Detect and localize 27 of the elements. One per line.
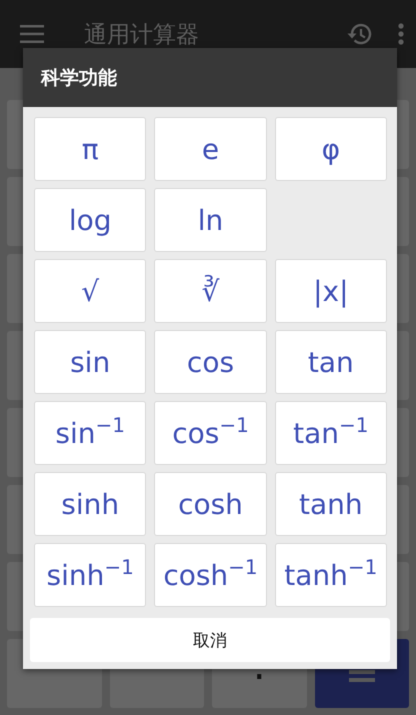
history-icon[interactable] [346, 22, 372, 46]
app-title: 通用计算器 [84, 20, 200, 50]
function-button[interactable]: |x| [274, 259, 387, 323]
function-button[interactable]: cosh$^{−1}$ [154, 543, 267, 607]
equals-icon [348, 670, 375, 682]
function-button[interactable]: cosh [154, 472, 267, 536]
menu-icon[interactable] [20, 25, 44, 43]
function-button[interactable]: sinh$^{−1}$ [34, 543, 146, 607]
function-button[interactable]: φ [274, 117, 387, 181]
function-button[interactable]: tan$^{−1}$ [274, 401, 387, 465]
function-button[interactable]: ln [154, 188, 267, 252]
function-button[interactable]: e [154, 117, 267, 181]
function-button[interactable]: sin$^{−1}$ [34, 401, 146, 465]
function-button[interactable]: log [34, 188, 146, 252]
function-button[interactable]: sinh [34, 472, 146, 536]
function-button[interactable]: tanh$^{−1}$ [274, 543, 387, 607]
more-icon[interactable] [398, 23, 404, 45]
function-button[interactable]: √ [34, 259, 146, 323]
function-button[interactable]: ∛ [154, 259, 267, 323]
function-button[interactable]: π [34, 117, 146, 181]
dialog-title: 科学功能 [41, 66, 117, 90]
cancel-button[interactable]: 取消 [30, 618, 390, 662]
function-button[interactable]: cos [154, 330, 267, 394]
function-button[interactable]: cos$^{−1}$ [154, 401, 267, 465]
function-button[interactable]: sin [34, 330, 146, 394]
function-button[interactable]: tanh [274, 472, 387, 536]
function-button[interactable]: tan [274, 330, 387, 394]
